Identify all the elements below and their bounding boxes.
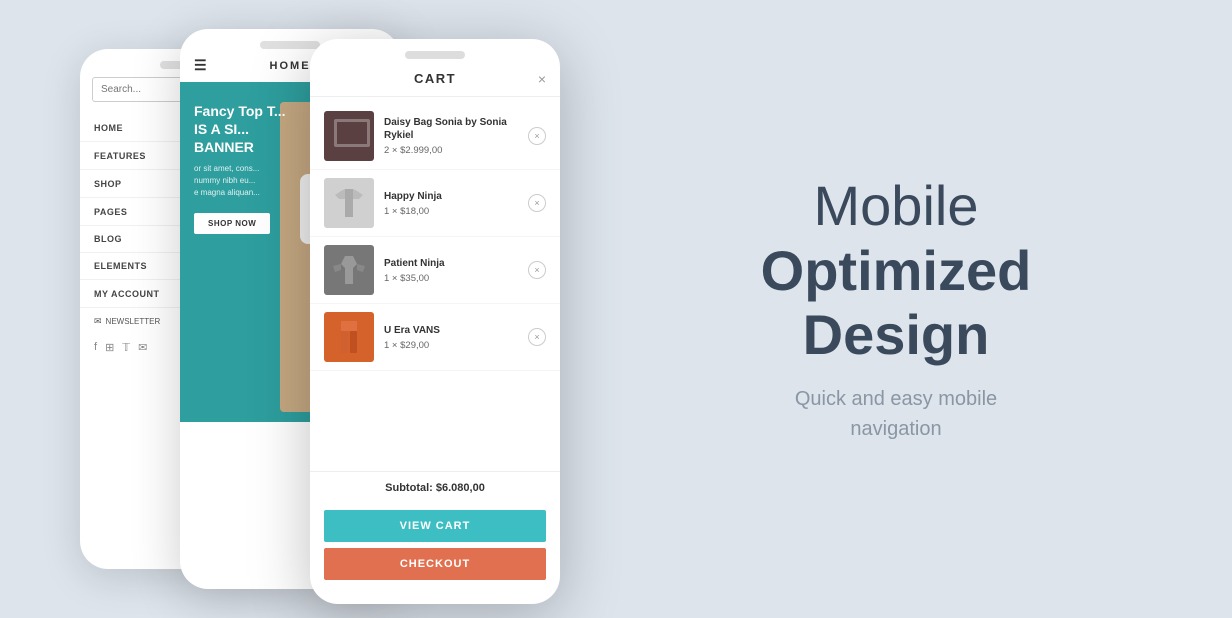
- phones-section: HOME ⌄ FEATURES ⌄ SHOP ⌄ PAGES ⌄ BLOG EL…: [60, 19, 620, 599]
- cart-item: Daisy Bag Sonia by Sonia Rykiel 2 × $2.9…: [310, 103, 560, 170]
- shop-now-button[interactable]: SHOP NOW: [194, 213, 270, 234]
- subtotal-value: $6.080,00: [436, 482, 485, 494]
- product-name: U Era VANS: [384, 324, 518, 337]
- site-logo: HOME: [270, 60, 311, 72]
- cart-item-info: U Era VANS 1 × $29,00: [384, 324, 518, 351]
- subtotal-label: Subtotal:: [385, 482, 433, 494]
- product-image: [324, 245, 374, 295]
- close-icon[interactable]: ×: [538, 71, 546, 87]
- facebook-icon[interactable]: f: [94, 341, 97, 354]
- cart-item-info: Happy Ninja 1 × $18,00: [384, 190, 518, 217]
- remove-item-button[interactable]: ×: [528, 261, 546, 279]
- cart-item: U Era VANS 1 × $29,00 ×: [310, 304, 560, 371]
- product-name: Patient Ninja: [384, 257, 518, 270]
- product-qty-price: 1 × $18,00: [384, 206, 518, 217]
- hero-subtitle: Quick and easy mobilenavigation: [660, 384, 1132, 444]
- product-qty-price: 1 × $35,00: [384, 273, 518, 284]
- product-image: [324, 312, 374, 362]
- cart-item: Patient Ninja 1 × $35,00 ×: [310, 237, 560, 304]
- remove-item-button[interactable]: ×: [528, 127, 546, 145]
- product-qty-price: 2 × $2.999,00: [384, 145, 518, 156]
- cart-subtotal: Subtotal: $6.080,00: [310, 471, 560, 504]
- instagram-icon[interactable]: ⊞: [105, 341, 114, 354]
- cart-item-info: Daisy Bag Sonia by Sonia Rykiel 2 × $2.9…: [384, 116, 518, 156]
- hamburger-icon[interactable]: ☰: [194, 57, 207, 74]
- cart-items-list: Daisy Bag Sonia by Sonia Rykiel 2 × $2.9…: [310, 97, 560, 471]
- hero-title-light: Mobile: [814, 174, 979, 237]
- cart-header: CART ×: [310, 59, 560, 97]
- twitter-icon[interactable]: 𝕋: [122, 341, 130, 354]
- product-image: [324, 178, 374, 228]
- product-qty-price: 1 × $29,00: [384, 340, 518, 351]
- email-icon[interactable]: ✉: [138, 341, 147, 354]
- phone-notch: [405, 51, 465, 59]
- checkout-button[interactable]: CHECKOUT: [324, 548, 546, 580]
- product-name: Happy Ninja: [384, 190, 518, 203]
- cart-actions: VIEW CART CHECKOUT: [310, 504, 560, 592]
- cart-item: Happy Ninja 1 × $18,00 ×: [310, 170, 560, 237]
- view-cart-button[interactable]: VIEW CART: [324, 510, 546, 542]
- cart-item-info: Patient Ninja 1 × $35,00: [384, 257, 518, 284]
- remove-item-button[interactable]: ×: [528, 194, 546, 212]
- hero-title: Mobile OptimizedDesign: [660, 174, 1132, 367]
- cart-modal: CART × Daisy Bag Sonia by Sonia Rykiel 2…: [310, 59, 560, 592]
- product-image: [324, 111, 374, 161]
- phone-notch: [260, 41, 320, 49]
- remove-item-button[interactable]: ×: [528, 328, 546, 346]
- product-name: Daisy Bag Sonia by Sonia Rykiel: [384, 116, 518, 142]
- phone-front: CART × Daisy Bag Sonia by Sonia Rykiel 2…: [310, 39, 560, 604]
- hero-title-bold: OptimizedDesign: [660, 239, 1132, 368]
- cart-title: CART: [414, 71, 456, 86]
- hero-text-section: Mobile OptimizedDesign Quick and easy mo…: [620, 174, 1172, 443]
